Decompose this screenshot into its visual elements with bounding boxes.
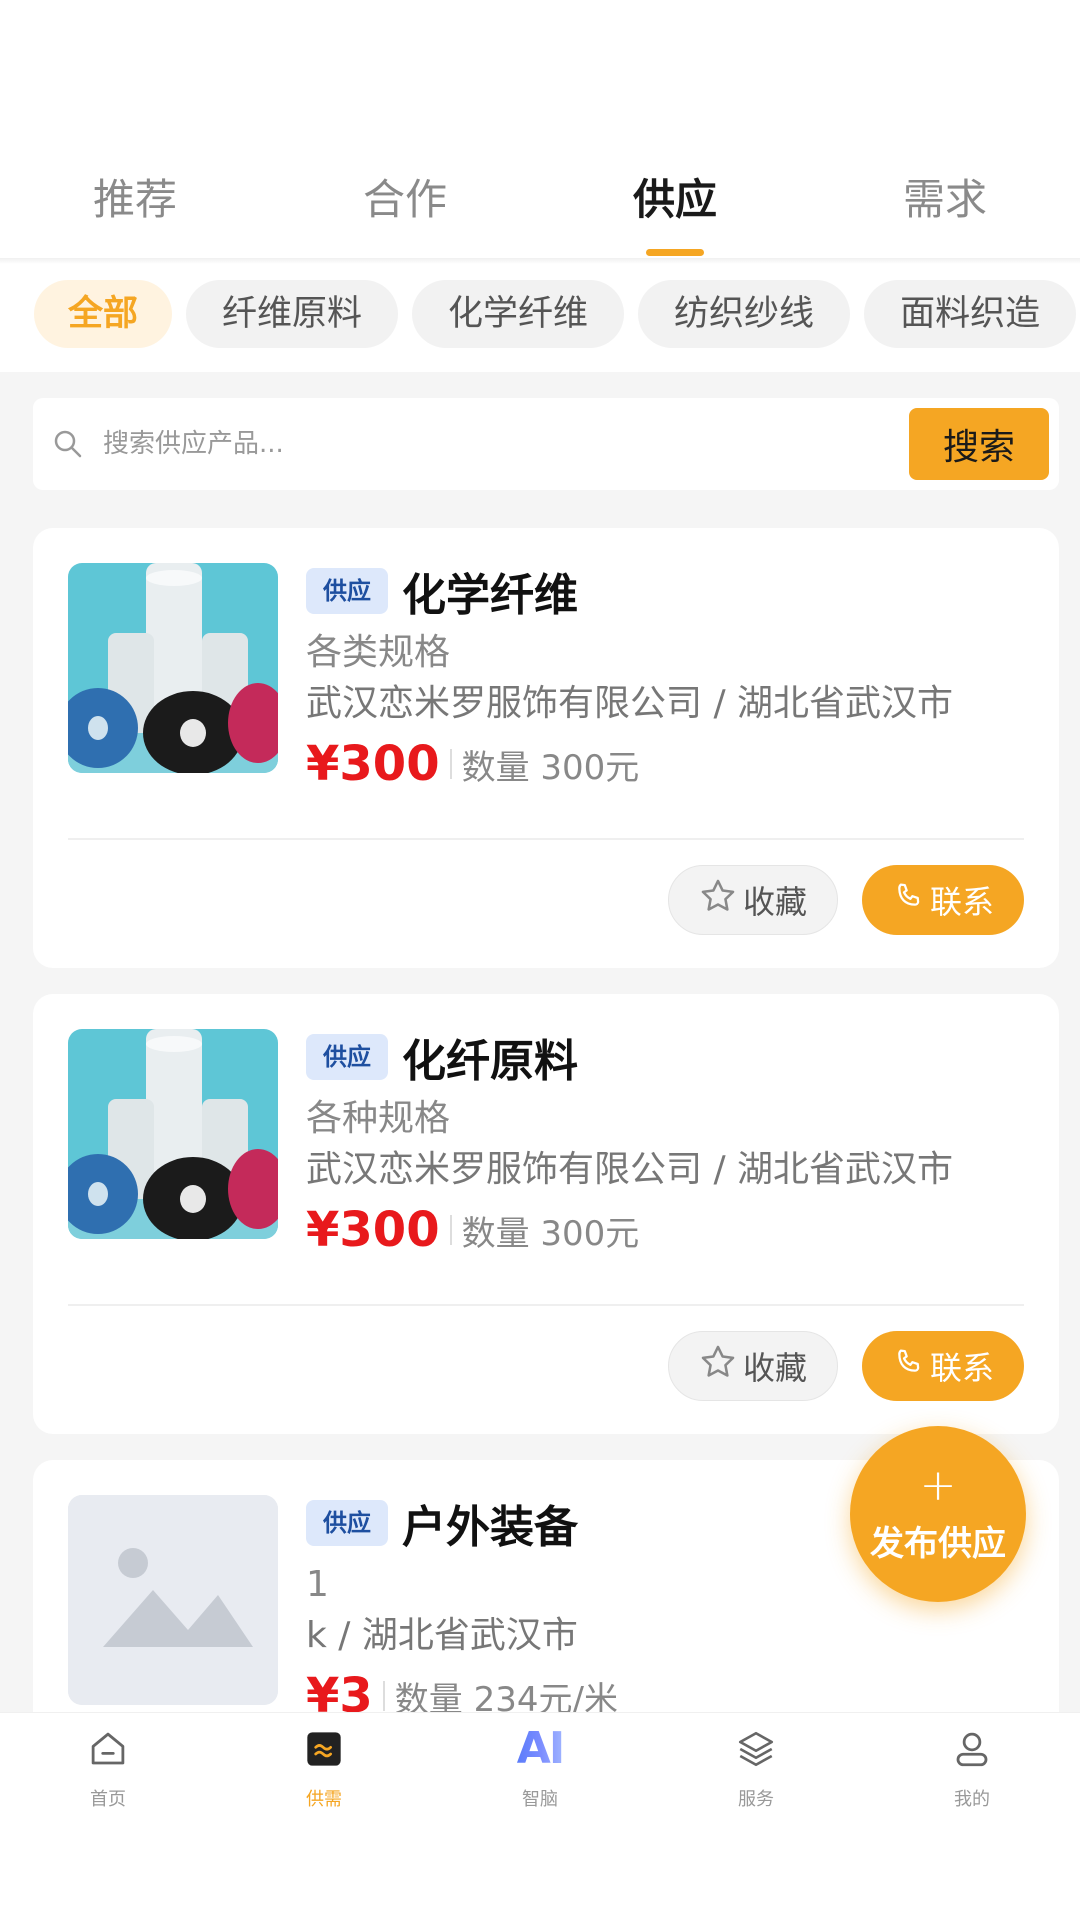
company-location: 武汉恋米罗服饰有限公司 / 湖北省武汉市 [306,1149,954,1190]
home-icon [86,1727,130,1771]
tab-recommend[interactable]: 推荐 [0,150,270,260]
tabbar-item-ai[interactable]: AI 智脑 [432,1713,648,1920]
company-location: 武汉恋米罗服饰有限公司 / 湖北省武汉市 [306,683,954,724]
supply-card[interactable]: 供应 化学纤维 各类规格 武汉恋米罗服饰有限公司 / 湖北省武汉市 ¥300 数… [33,528,1059,968]
price-separator [382,1681,385,1711]
chip-all[interactable]: 全部 [34,280,173,348]
tab-label: 合作 [362,175,447,224]
contact-button[interactable]: 联系 [862,1331,1024,1401]
search-icon [33,398,103,490]
price: ¥3 [306,1668,373,1712]
tab-label: 供应 [632,175,717,224]
product-image [68,1029,278,1239]
tabbar-label: 首页 [90,1789,126,1810]
price: ¥300 [306,1202,440,1258]
fab-label: 发布供应 [870,1523,1006,1564]
phone-icon [892,1346,924,1386]
contact-button[interactable]: 联系 [862,865,1024,935]
contact-label: 联系 [929,1349,994,1387]
product-title: 化纤原料 [402,1036,578,1087]
card-info: 供应 化学纤维 各类规格 武汉恋米罗服饰有限公司 / 湖北省武汉市 ¥300 数… [306,563,1029,797]
search-input[interactable] [103,429,909,459]
tabbar-item-supply-demand[interactable]: 供需 [216,1713,432,1920]
phone-icon [892,880,924,920]
ai-icon: AI [516,1723,565,1774]
supply-demand-icon [302,1727,346,1771]
chip-yarn[interactable]: 纺织纱线 [638,280,851,348]
supply-card[interactable]: 供应 化纤原料 各种规格 武汉恋米罗服饰有限公司 / 湖北省武汉市 ¥300 数… [33,994,1059,1434]
tab-supply[interactable]: 供应 [540,150,810,260]
product-image [68,563,278,773]
tabs-divider [0,258,1080,264]
placeholder-image-icon [68,1495,278,1705]
supply-badge: 供应 [306,1500,388,1546]
bottom-tab-bar: 首页 供需 AI 智脑 服务 我的 [0,1712,1080,1920]
chip-fabric[interactable]: 面料织造 [864,280,1077,348]
star-icon [699,1343,737,1389]
product-spec: 各类规格 [306,632,451,673]
user-icon [950,1727,994,1771]
company-location: k / 湖北省武汉市 [306,1615,578,1656]
card-divider [68,838,1024,840]
chip-fiber-raw[interactable]: 纤维原料 [186,280,399,348]
product-spec: 各种规格 [306,1098,451,1139]
price-separator [449,749,452,779]
tabbar-label: 智脑 [522,1789,558,1810]
search-bar: 搜索 [33,398,1059,490]
layers-icon [734,1727,778,1771]
favorite-button[interactable]: 收藏 [668,865,838,935]
tabbar-label: 我的 [954,1789,990,1810]
tab-demand[interactable]: 需求 [810,150,1080,260]
product-title: 户外装备 [402,1502,578,1553]
card-divider [68,1304,1024,1306]
favorite-label: 收藏 [742,883,807,921]
quantity: 数量 300元 [461,1213,640,1254]
tabbar-item-home[interactable]: 首页 [0,1713,216,1920]
tabbar-item-service[interactable]: 服务 [648,1713,864,1920]
tab-cooperation[interactable]: 合作 [270,150,540,260]
tab-label: 需求 [902,175,987,224]
quantity: 数量 300元 [461,747,640,788]
active-tab-indicator [646,249,704,256]
supply-badge: 供应 [306,1034,388,1080]
tabbar-item-mine[interactable]: 我的 [864,1713,1080,1920]
chip-chemical-fiber[interactable]: 化学纤维 [412,280,625,348]
search-button[interactable]: 搜索 [909,408,1049,480]
publish-supply-button[interactable]: + 发布供应 [850,1426,1026,1602]
supply-badge: 供应 [306,568,388,614]
category-chips: 全部 纤维原料 化学纤维 纺织纱线 面料织造 [34,280,1080,348]
product-title: 化学纤维 [402,570,578,621]
price-separator [449,1215,452,1245]
price: ¥300 [306,736,440,792]
card-info: 供应 化纤原料 各种规格 武汉恋米罗服饰有限公司 / 湖北省武汉市 ¥300 数… [306,1029,1029,1263]
status-area [0,0,1080,130]
tabbar-label: 服务 [738,1789,774,1810]
top-tabs: 推荐 合作 供应 需求 [0,150,1080,260]
favorite-button[interactable]: 收藏 [668,1331,838,1401]
favorite-label: 收藏 [742,1349,807,1387]
contact-label: 联系 [929,883,994,921]
star-icon [699,877,737,923]
tab-label: 推荐 [92,175,177,224]
quantity: 数量 234元/米 [394,1679,618,1713]
plus-icon: + [919,1459,957,1511]
ai-icon-text: AI [516,1723,565,1774]
tabbar-label: 供需 [306,1789,342,1810]
